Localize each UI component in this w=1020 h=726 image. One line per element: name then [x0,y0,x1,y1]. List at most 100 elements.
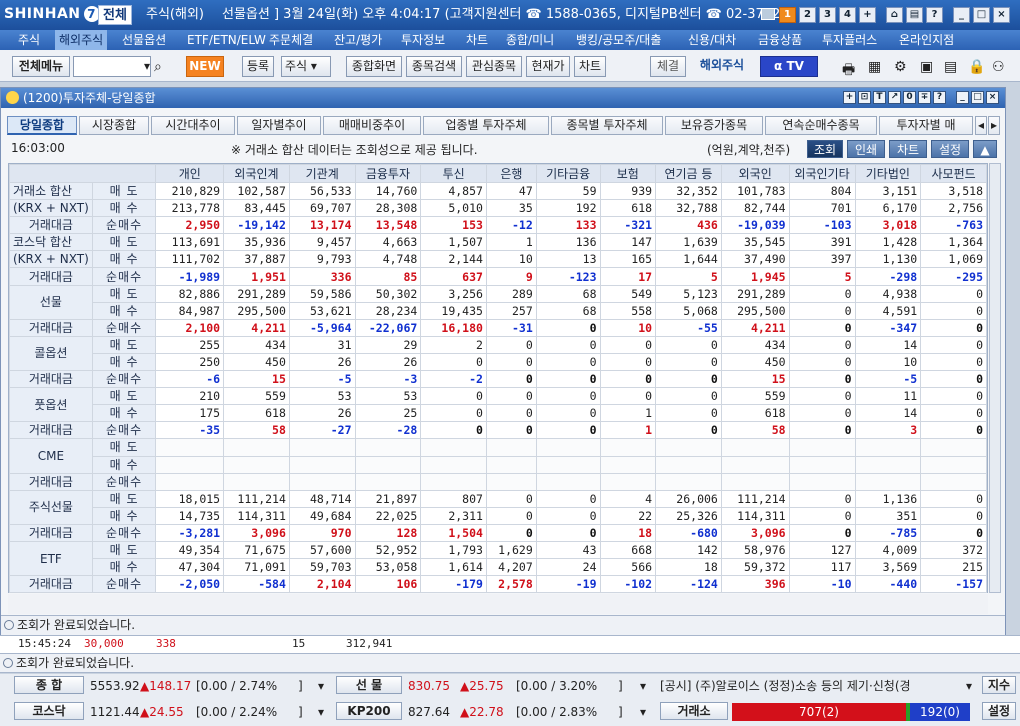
table-row[interactable]: 거래대금 순매수 -2,050 -584 2,104 106 -179 2,578 -19 -10… [9,575,987,594]
collapse-button[interactable]: ▲ [973,140,997,158]
summary-screen-button[interactable]: 종합화면 [346,56,402,77]
kp200-label[interactable]: KP200 [336,702,402,720]
tab-trade-ratio[interactable]: 매매비중추이 [323,116,421,135]
maximize-button[interactable]: □ [971,91,984,104]
current-price-button[interactable]: 현재가 [526,56,570,77]
query-button[interactable]: 조회 [807,140,843,158]
screen-2-button[interactable]: 2 [799,7,816,23]
settings-button[interactable]: 설정 [982,702,1016,720]
print-icon[interactable]: 🖶 [842,59,855,83]
index-button[interactable]: 지수 [982,676,1016,694]
table-row[interactable]: ETF 매 도 49,354 71,675 57,600 52,952 1,793 1,629… [9,540,987,576]
help-icon[interactable]: ? [933,91,946,104]
table-row[interactable]: 거래대금 순매수 2,100 4,211 -5,964 -22,067 16,180 -31 0… [9,318,987,337]
add-screen-button[interactable]: + [859,7,876,23]
window-icon[interactable]: ▣ [920,59,933,75]
table-row[interactable]: 거래대금 순매수 [9,472,987,491]
menu-summary[interactable]: 종합/미니 [502,30,558,50]
tab-consecutive-buy[interactable]: 연속순매수종목 [765,116,877,135]
search-icon[interactable]: ⌕ [154,59,162,75]
tab-daily-trend[interactable]: 일자별추이 [237,116,321,135]
news-dropdown[interactable]: ▾ [966,676,972,696]
pin-icon[interactable]: ∓ [918,91,931,104]
table-row[interactable]: 거래대금 순매수 -3,281 3,096 970 128 1,504 0 0 18 -680 3,0… [9,523,987,542]
menu-invest-plus[interactable]: 투자플러스 [818,30,881,50]
menu-etf[interactable]: ETF/ETN/ELW [183,30,270,50]
close-button[interactable]: × [986,91,999,104]
tab-overseas-stock[interactable]: 주식(해외) [142,5,208,25]
overseas-stock-link[interactable]: 해외주식 [692,56,752,77]
table-row[interactable]: 거래소 합산 매 도 210,829 102,587 56,533 14,760 4,857… [9,181,987,201]
table-row[interactable]: 거래대금 순매수 -6 15 -5 -3 -2 0 0 0 0 15 0 -5 0 [9,370,987,389]
menu-investment-info[interactable]: 투자정보 [397,30,449,50]
table-row[interactable]: 거래대금 순매수 -1,989 1,951 336 85 637 9 -123 17 5 1,945 5… [9,267,987,286]
add-icon[interactable]: + [843,91,856,104]
link-icon[interactable]: ⊡ [858,91,871,104]
menu-overseas-stock[interactable]: 해외주식 [55,30,108,50]
table-row[interactable]: 선물 매 도 82,886 291,289 59,586 50,302 3,256 289 68… [9,284,987,320]
maximize-button[interactable]: □ [973,7,990,23]
home-icon[interactable]: ⌂ [886,7,903,23]
monitor-icon[interactable] [761,8,775,20]
tab-today-summary[interactable]: 당일종합 [7,116,77,135]
table-row[interactable]: 코스닥 합산 매 도 113,691 35,936 9,457 4,663 1,507 1 13… [9,233,987,252]
settle-button[interactable]: 체결 [650,56,686,77]
table-row[interactable]: 매 수 175 618 26 25 0 0 0 1 0 618 0 14 0 [10,404,987,423]
table-row[interactable]: (KRX + NXT) 매 수 111,702 37,887 9,793 4,748 2,1… [9,250,987,269]
minimize-button[interactable]: _ [956,91,969,104]
tv-button[interactable]: α TV [760,56,818,77]
new-badge[interactable]: NEW [186,56,224,77]
table-row[interactable]: 거래대금 순매수 -35 58 -27 -28 0 0 0 1 0 58 0 3 0 [9,421,987,440]
menu-banking[interactable]: 뱅킹/공모주/대출 [572,30,665,50]
help-icon[interactable]: ? [926,7,943,23]
tab-scroll-left[interactable]: ◂ [975,116,987,135]
table-row[interactable]: 매 수 14,735 114,311 49,684 22,025 2,311 0 0 22 25,… [10,506,987,525]
kosdaq-label[interactable]: 코스닥 [14,702,84,720]
minimize-button[interactable]: _ [953,7,970,23]
kospi-dropdown[interactable]: ▾ [318,676,324,696]
print-button[interactable]: 인쇄 [847,140,885,158]
all-menu-button[interactable]: 전체메뉴 [12,56,70,77]
close-button[interactable]: × [993,7,1010,23]
table-row[interactable]: 매 수 84,987 295,500 53,621 28,234 19,435 257 68 5… [10,301,987,320]
chart-button[interactable]: 차트 [574,56,606,77]
gear-icon[interactable]: ⚙ [894,59,907,75]
tab-by-investor[interactable]: 투자자별 매 [879,116,973,135]
kp200-dropdown[interactable]: ▾ [640,702,646,722]
stock-search-button[interactable]: 종목검색 [406,56,462,77]
tab-all[interactable]: 전체 [98,5,132,25]
layout-icon[interactable]: ▤ [944,59,957,75]
table-row[interactable]: 주식선물 매 도 18,015 111,214 48,714 21,897 807 0 0 4 26… [9,489,987,525]
table-row[interactable]: 거래대금 순매수 2,950 -19,142 13,174 13,548 153 -12 133… [9,216,987,235]
menu-credit[interactable]: 신용/대차 [684,30,740,50]
table-row[interactable]: 매 수 250 450 26 26 0 0 0 0 0 450 0 10 0 [10,352,987,372]
screen-4-button[interactable]: 4 [839,7,856,23]
lock-icon[interactable]: 🔒 [968,59,985,75]
menu-futures-options[interactable]: 선물옵션 [118,30,170,50]
menu-balance[interactable]: 잔고/평가 [330,30,386,50]
tab-sector-investor[interactable]: 업종별 투자주체 [423,116,549,135]
menu-chart[interactable]: 차트 [462,30,492,50]
expand-icon[interactable]: ↗ [888,91,901,104]
user-icon[interactable]: ⚇ [992,59,1005,75]
screen-3-button[interactable]: 3 [819,7,836,23]
stock-select[interactable]: 주식 ▾ [281,56,331,77]
calculator-icon[interactable]: ▦ [868,59,881,75]
tab-stock-investor[interactable]: 종목별 투자주체 [551,116,663,135]
menu-stock[interactable]: 주식 [14,30,44,50]
vertical-scrollbar[interactable] [989,163,1001,593]
horizontal-scrollbar[interactable] [8,594,988,614]
table-row[interactable]: 매 수 47,304 71,091 59,703 53,058 1,614 4,207 24 5… [10,558,987,577]
kosdaq-dropdown[interactable]: ▾ [318,702,324,722]
tab-holding-increase[interactable]: 보유증가종목 [665,116,763,135]
chart-button[interactable]: 차트 [889,140,927,158]
kospi-label[interactable]: 종 합 [14,676,84,694]
text-icon[interactable]: T [873,91,886,104]
print-icon[interactable]: ▤ [906,7,923,23]
menu-order[interactable]: 주문체결 [265,30,317,50]
tab-scroll-right[interactable]: ▸ [988,116,1000,135]
screen-code-input[interactable]: ▾ [73,56,151,77]
tab-market-summary[interactable]: 시장종합 [79,116,149,135]
table-row[interactable]: CME 매 도 [9,438,987,474]
futures-label[interactable]: 선 물 [336,676,402,694]
